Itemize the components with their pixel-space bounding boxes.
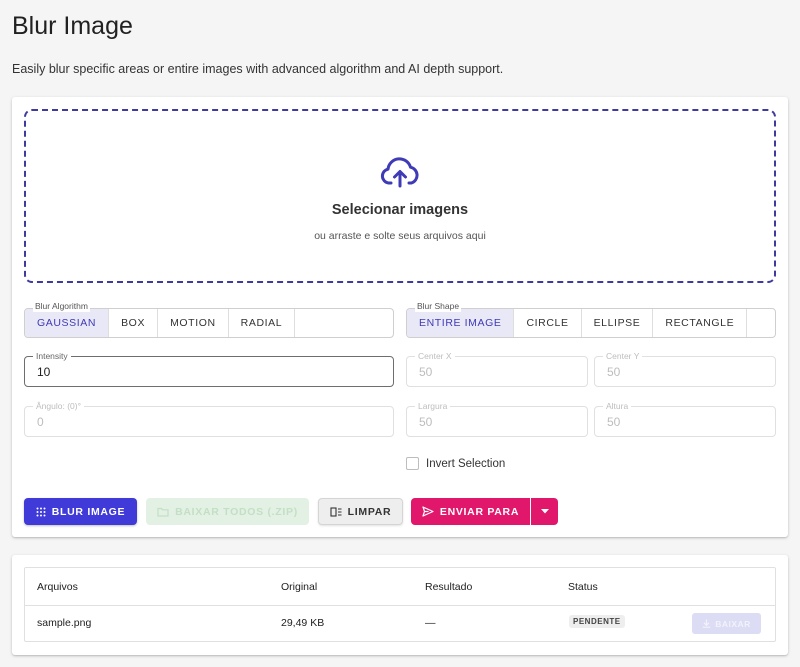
algorithm-option-box[interactable]: BOX [109,309,159,337]
blur-shape-group: Blur Shape ENTIRE IMAGE CIRCLE ELLIPSE R… [406,301,776,338]
files-table: Arquivos Original Resultado Status sampl… [24,567,776,642]
blur-algorithm-label: Blur Algorithm [33,301,90,312]
algorithm-option-motion[interactable]: MOTION [158,309,229,337]
send-to-button[interactable]: ENVIAR PARA [411,498,530,525]
clear-list-icon [330,506,342,517]
column-header-result: Resultado [425,581,473,593]
cloud-upload-icon [380,157,419,188]
files-card: Arquivos Original Resultado Status sampl… [12,555,788,655]
header-divider [25,605,775,606]
result-size: — [425,617,436,629]
download-label: BAIXAR [715,618,751,629]
height-value: 50 [607,415,621,429]
invert-selection-label: Invert Selection [426,457,506,470]
column-header-original: Original [281,581,318,593]
send-to-label: ENVIAR PARA [439,505,520,518]
download-all-zip-button[interactable]: BAIXAR TODOS (.ZIP) [146,498,309,525]
shape-option-rectangle[interactable]: RECTANGLE [653,309,748,337]
intensity-field[interactable]: Intensity 10 [24,350,394,387]
folder-icon [157,507,169,517]
shape-option-circle[interactable]: CIRCLE [514,309,582,337]
blur-shape-label: Blur Shape [415,301,462,312]
angle-label: Ângulo: (0)° [33,400,84,412]
page-description: Easily blur specific areas or entire ima… [12,62,504,76]
width-value: 50 [419,415,433,429]
width-field: Largura 50 [406,400,588,437]
intensity-value: 10 [37,365,51,379]
file-dropzone[interactable]: Selecionar imagens ou arraste e solte se… [24,109,776,283]
column-header-status: Status [568,581,598,593]
blur-image-label: BLUR IMAGE [51,505,126,518]
blur-grid-icon [36,507,46,516]
blur-image-button[interactable]: BLUR IMAGE [24,498,137,525]
invert-selection-checkbox[interactable] [406,457,419,470]
column-header-files: Arquivos [37,581,78,593]
dropzone-subtitle: ou arraste e solte seus arquivos aqui [314,230,486,242]
download-icon [703,619,711,628]
algorithm-option-gaussian[interactable]: GAUSSIAN [25,309,110,337]
center-y-value: 50 [607,365,621,379]
angle-value: 0 [37,415,44,429]
shape-option-ellipse[interactable]: ELLIPSE [582,309,654,337]
status-badge: PENDENTE [569,615,625,628]
page-title: Blur Image [12,12,133,40]
caret-down-icon [540,509,549,514]
width-label: Largura [415,400,451,412]
height-field: Altura 50 [594,400,776,437]
original-size: 29,49 KB [281,617,325,629]
center-x-label: Center X [415,350,455,362]
dropzone-title: Selecionar imagens [331,202,469,218]
invert-selection-row[interactable]: Invert Selection [406,457,505,470]
center-y-field: Center Y 50 [594,350,776,387]
intensity-label: Intensity [33,350,71,362]
download-all-zip-label: BAIXAR TODOS (.ZIP) [175,505,298,518]
clear-label: LIMPAR [347,505,392,518]
angle-field: Ângulo: (0)° 0 [24,400,394,437]
blur-settings-card: Selecionar imagens ou arraste e solte se… [12,97,788,537]
clear-button[interactable]: LIMPAR [318,498,403,525]
algorithm-option-radial[interactable]: RADIAL [229,309,296,337]
height-label: Altura [603,400,632,412]
file-name: sample.png [37,617,92,629]
send-to-dropdown-button[interactable] [531,498,558,525]
shape-option-entire-image[interactable]: ENTIRE IMAGE [407,309,515,337]
send-icon [422,506,434,517]
center-x-value: 50 [419,365,433,379]
download-button[interactable]: BAIXAR [692,613,761,634]
center-y-label: Center Y [603,350,643,362]
blur-algorithm-group: Blur Algorithm GAUSSIAN BOX MOTION RADIA… [24,301,394,338]
center-x-field: Center X 50 [406,350,588,387]
